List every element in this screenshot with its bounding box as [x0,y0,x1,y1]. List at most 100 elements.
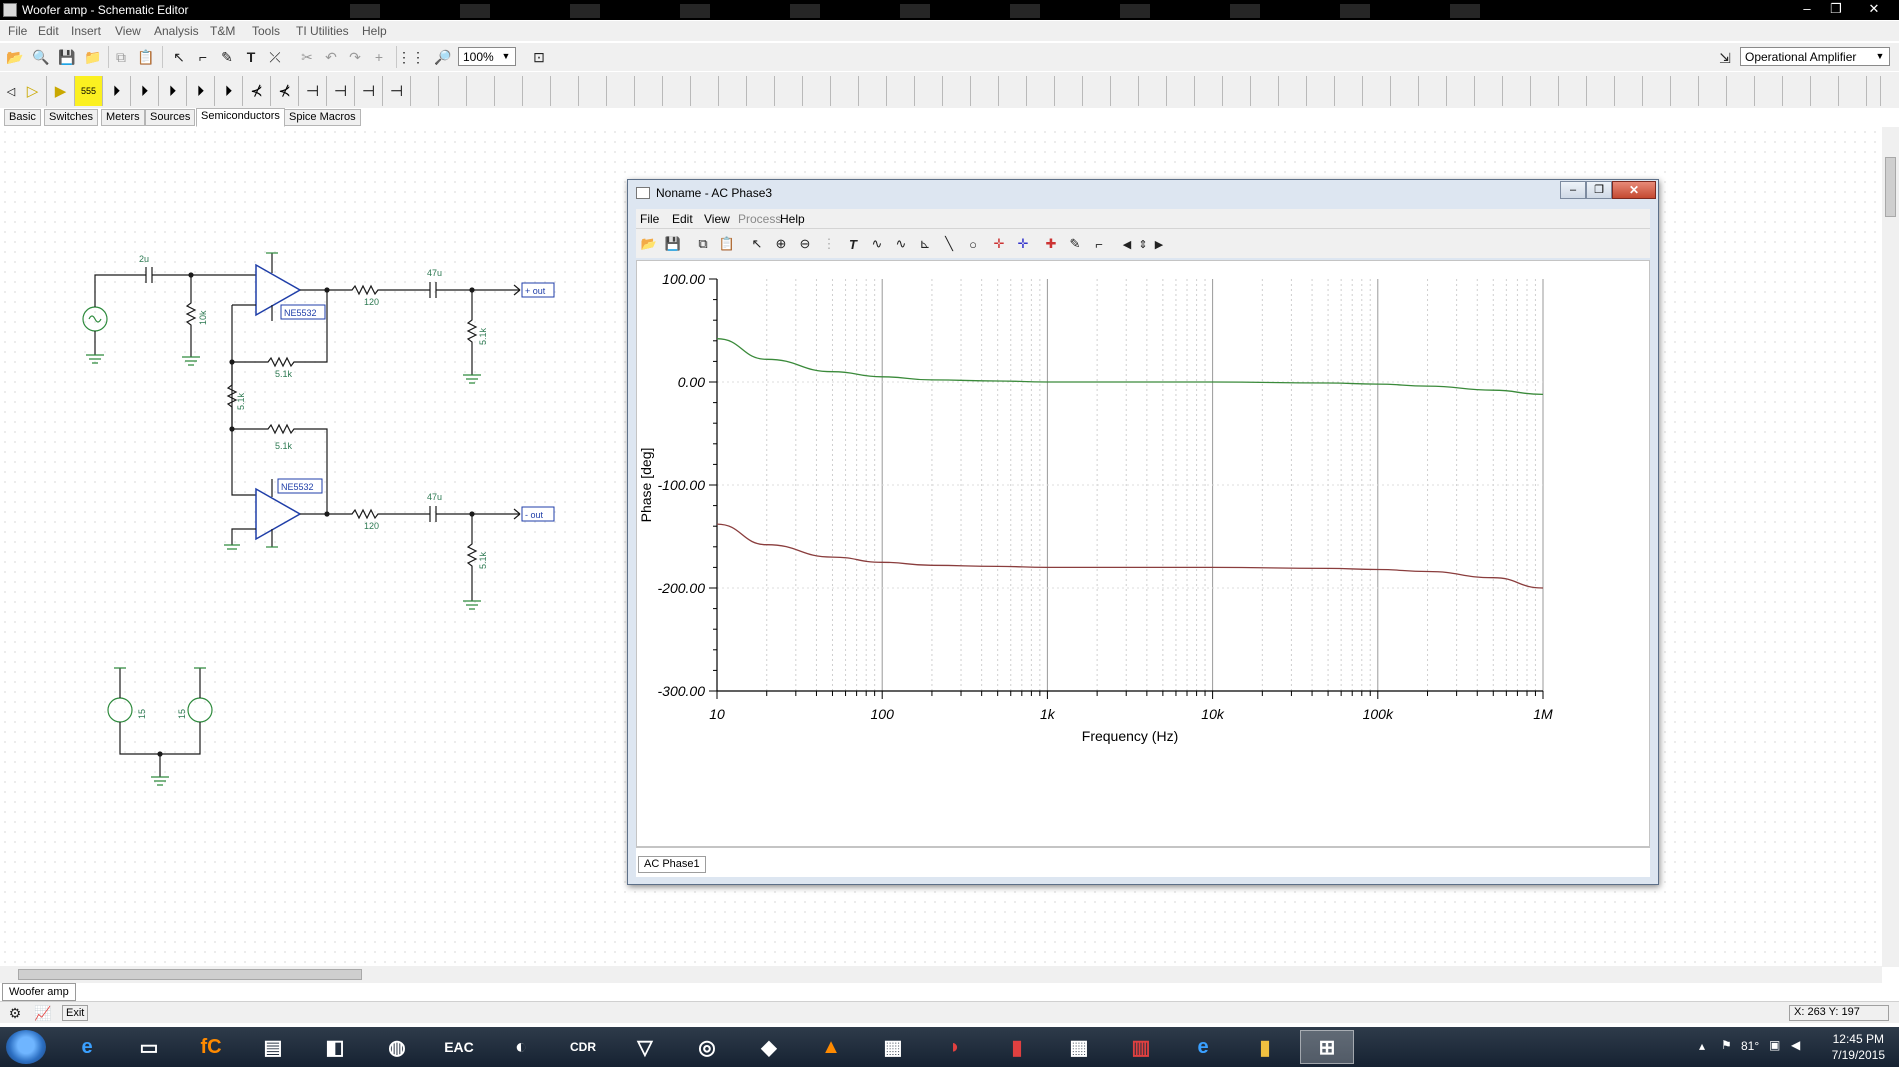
tab-switches[interactable]: Switches [44,109,99,126]
menu-analysis[interactable]: Analysis [154,24,199,38]
tab-basic[interactable]: Basic [4,109,41,126]
eac-icon[interactable]: EAC [432,1030,486,1064]
marker-edit-icon[interactable]: ✎ [1064,233,1086,255]
npn-transistor-icon[interactable]: ⊀ [243,76,271,106]
vertical-scrollbar[interactable] [1882,127,1899,967]
led-icon[interactable]: ⏵ [159,76,187,106]
ac-minimize-button[interactable]: – [1560,181,1586,199]
menu-tools[interactable]: Tools [252,24,280,38]
paste-icon[interactable]: 📋 [135,46,157,68]
menu-tm[interactable]: T&M [210,24,235,38]
save-icon[interactable]: 💾 [56,46,78,68]
crosshair-icon[interactable]: + [368,46,390,68]
phase-chart[interactable]: 100.00 0.00 -100.00 -200.00 -300.0010 100 1k 10… [637,261,1649,846]
zoom-out-icon[interactable]: ⊖ [794,233,816,255]
text-icon[interactable]: T [842,233,864,255]
line-icon[interactable]: ╲ [938,233,960,255]
opamp-icon[interactable]: ▷ [19,76,47,106]
redo-icon[interactable]: ↷ [344,46,366,68]
fc-icon[interactable]: fC [184,1030,238,1064]
menu-insert[interactable]: Insert [71,24,101,38]
tab-ac-phase1[interactable]: AC Phase1 [638,856,706,873]
tab-semiconductors[interactable]: Semiconductors [196,108,285,127]
schottky-icon[interactable]: ⏵ [187,76,215,106]
ac-menu-edit[interactable]: Edit [672,212,693,226]
battery-icon[interactable]: ▮ [990,1030,1044,1064]
chart-icon[interactable]: 📈 [32,1002,54,1024]
curve-icon[interactable]: ∿ [866,233,888,255]
timer-555-icon[interactable]: 555 [75,76,103,106]
ie-icon[interactable]: e [60,1030,114,1064]
tab-sources[interactable]: Sources [145,109,196,126]
out-pos-label[interactable]: + out [525,286,546,296]
component-search-icon[interactable]: ⇲ [1714,47,1736,69]
nav-right-icon[interactable]: ▶ [1148,233,1170,255]
audio-pro-icon[interactable]: ▥ [1114,1030,1168,1064]
series-line-2[interactable] [716,523,1544,589]
probe-icon[interactable]: ⊡ [528,46,550,68]
ac-menu-file[interactable]: File [640,212,659,226]
copy-icon[interactable]: ⧉ [110,46,132,68]
volume-icon[interactable]: ◀ [1791,1038,1800,1052]
zoom-in-icon[interactable]: ⊕ [770,233,792,255]
select-arrow-icon[interactable]: ↖ [168,46,190,68]
exit-button[interactable]: Exit [62,1005,89,1021]
series-line-1[interactable] [716,338,1544,396]
comparator-icon[interactable]: ▶ [47,76,75,106]
horizontal-scrollbar[interactable] [0,966,1882,983]
mosfet-p-icon[interactable]: ⊣ [355,76,383,106]
supply-1[interactable] [107,697,133,723]
out-neg-label[interactable]: - out [525,510,544,520]
axis-icon[interactable]: ⊾ [914,233,936,255]
menu-file[interactable]: File [8,24,27,38]
marker-icon[interactable]: ⤫ [264,46,286,68]
tray-arrow-icon[interactable]: ▴ [1699,1039,1705,1053]
close-button[interactable]: ✕ [1860,0,1888,18]
grid-icon[interactable]: ⋮⋮ [397,46,425,68]
open-icon[interactable]: 📁 [82,46,104,68]
tina-icon[interactable]: ⊞ [1300,1030,1354,1064]
tab-spice-macros[interactable]: Spice Macros [284,109,361,126]
restore-button[interactable]: ❐ [1822,0,1850,18]
fox-icon[interactable]: ▽ [618,1030,672,1064]
network-icon[interactable]: ▣ [1769,1038,1780,1052]
book-icon[interactable]: ◧ [308,1030,362,1064]
cursor-a-icon[interactable]: ✛ [988,233,1010,255]
ac-menu-process[interactable]: Process [738,212,781,226]
diode-icon[interactable]: ⏵ [103,76,131,106]
curve-edit-icon[interactable]: ∿ [890,233,912,255]
pencil-icon[interactable]: ✎ [216,46,238,68]
ac-analysis-window[interactable]: Noname - AC Phase3 – ❐ ✕ File Edit View … [627,179,1659,885]
zener-icon[interactable]: ⏵ [131,76,159,106]
component-select[interactable]: Operational Amplifier ▼ [1740,47,1890,66]
document-tab[interactable]: Woofer amp [2,983,76,1001]
document-icon[interactable]: ▤ [246,1030,300,1064]
ie2-icon[interactable]: e [1176,1030,1230,1064]
select-arrow-icon[interactable]: ↖ [746,233,768,255]
find-icon[interactable]: 🔍 [30,46,52,68]
open-folder-icon[interactable]: 📂 [638,233,660,255]
igbt-icon[interactable]: ⊣ [383,76,411,106]
mosfet-n-icon[interactable]: ⊣ [327,76,355,106]
menu-ti-utilities[interactable]: TI Utilities [296,24,349,38]
globe-icon[interactable]: ◍ [370,1030,424,1064]
ac-restore-button[interactable]: ❐ [1586,181,1612,199]
supply-2[interactable] [187,697,213,723]
thyristor-icon[interactable]: ⏵ [215,76,243,106]
helmet-icon[interactable]: ◐ [494,1030,548,1064]
paste-icon[interactable]: 📋 [716,233,738,255]
menu-help[interactable]: Help [362,24,387,38]
save-icon[interactable]: 💾 [662,233,684,255]
phase-plot-area[interactable]: 100.00 0.00 -100.00 -200.00 -300.00 10 100 1k 10… [636,260,1650,847]
vlc-icon[interactable]: ▲ [804,1030,858,1064]
spectrum-icon[interactable]: ▦ [866,1030,920,1064]
zoom-select[interactable]: 100% ▼ [458,47,516,66]
settings-icon[interactable]: ⚙ [4,1002,26,1024]
scroll-thumb[interactable] [18,969,362,980]
delete-icon[interactable]: ✂ [296,46,318,68]
wire-icon[interactable]: ⌐ [192,46,214,68]
cdr-label-icon[interactable]: CDR [556,1030,610,1064]
step-icon[interactable]: ⌐ [1088,233,1110,255]
tool-icon[interactable]: ◆ [742,1030,796,1064]
grid-icon[interactable]: ⋮ [818,233,840,255]
